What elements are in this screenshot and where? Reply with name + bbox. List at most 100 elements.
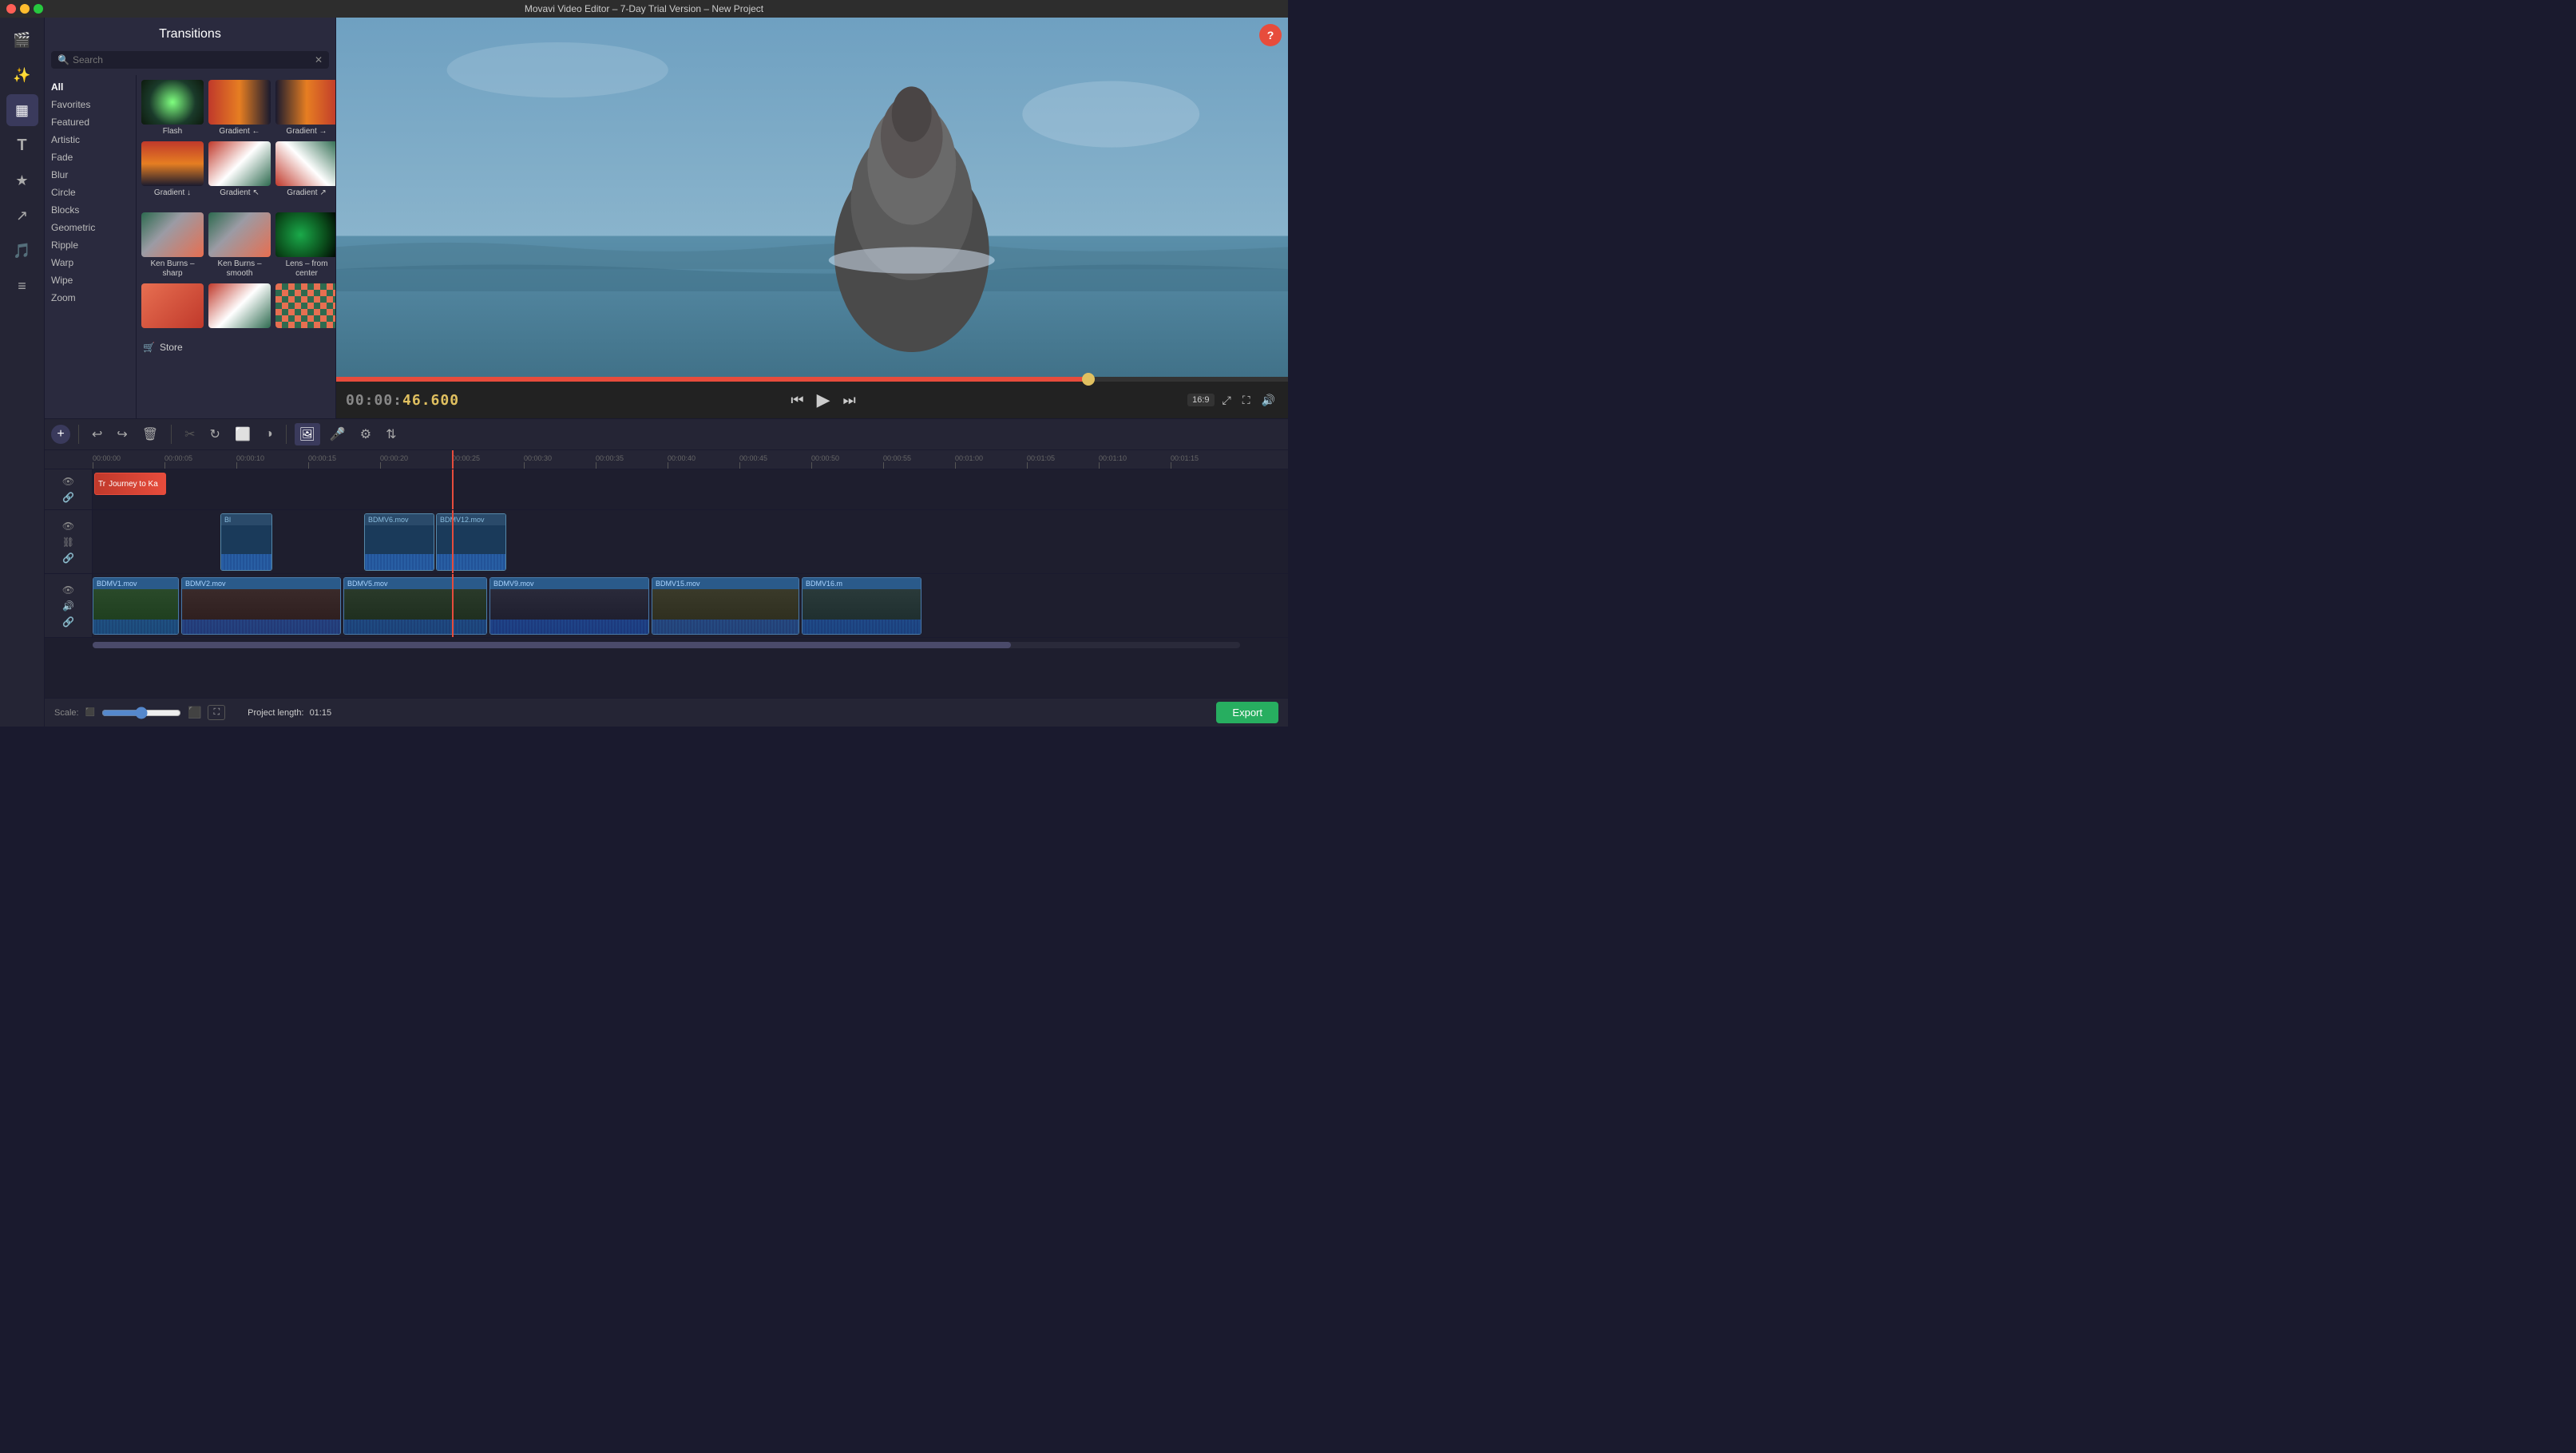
cut-button[interactable]: ✂ [180,423,200,445]
main-track-visible-btn[interactable]: 👁 [61,583,76,597]
main-clip-bdmv5[interactable]: BDMV5.mov [343,577,487,635]
main-clip-bdmv16[interactable]: BDMV16.m [802,577,921,635]
color-button[interactable]: ◑ [260,424,278,445]
transition-grad-right[interactable]: Gradient → [275,80,335,137]
category-blocks[interactable]: Blocks [45,201,136,219]
sidebar-icon-filters[interactable]: ★ [6,164,38,196]
upper-track-controls: 👁 ⛓ 🔗 [45,510,93,573]
transition-kb-sharp[interactable]: Ken Burns – sharp [141,212,204,279]
main-clip-bdmv1-header: BDMV1.mov [93,578,178,589]
transition-grad-diag1[interactable]: Gradient ↖ [208,141,271,208]
close-button[interactable] [6,4,16,14]
transition-flash[interactable]: Flash [141,80,204,137]
scale-slider[interactable] [101,707,181,719]
category-wipe[interactable]: Wipe [45,271,136,289]
sidebar-icon-menu[interactable]: ≡ [6,270,38,302]
category-zoom[interactable]: Zoom [45,289,136,307]
preview-video-frame: ? [336,18,1288,377]
export-button[interactable]: Export [1216,702,1278,723]
timeline-scrollbar[interactable] [93,642,1240,648]
upper-track-visible-btn[interactable]: 👁 [61,519,76,533]
category-all[interactable]: All [45,78,136,96]
main-clip-bdmv2[interactable]: BDMV2.mov [181,577,341,635]
category-blur[interactable]: Blur [45,166,136,184]
main-track-link-btn[interactable]: 🔗 [61,615,76,629]
main-clip-bdmv1[interactable]: BDMV1.mov [93,577,179,635]
transition-grad-left[interactable]: Gradient ← [208,80,271,137]
preview-progress-bar[interactable] [336,377,1288,382]
sidebar-icon-media[interactable]: 🎬 [6,24,38,56]
main-clip-bdmv15[interactable]: BDMV15.mov [652,577,799,635]
expand-button[interactable]: ⛶ [1239,390,1254,410]
transition-lens-center[interactable]: Lens – from center [275,212,335,279]
category-geometric[interactable]: Geometric [45,219,136,236]
ruler-marks: 00:00:00 00:00:05 00:00:10 00:00:15 [93,450,1288,469]
play-button[interactable]: ▶ [814,386,834,414]
upper-track-link-btn[interactable]: 🔗 [61,551,76,565]
window-controls[interactable] [6,4,43,14]
aspect-ratio-badge: 16:9 [1187,394,1214,406]
preview-progress-thumb[interactable] [1082,373,1095,386]
category-featured[interactable]: Featured [45,113,136,131]
category-circle[interactable]: Circle [45,184,136,201]
levels-button[interactable]: ⇅ [381,423,401,445]
settings-button[interactable]: ⚙ [355,423,376,445]
category-favorites[interactable]: Favorites [45,96,136,113]
category-warp[interactable]: Warp [45,254,136,271]
delete-button[interactable]: 🗑 [137,423,163,445]
upper-clip-bdmv12-header: BDMV12.mov [437,514,505,525]
motion-icon: ↗ [16,208,28,224]
upper-clip-bdmv6[interactable]: BDMV6.mov [364,513,434,571]
timeline-ruler: 00:00:00 00:00:05 00:00:10 00:00:15 [45,450,1288,469]
upper-clip-bdmv12[interactable]: BDMV12.mov [436,513,506,571]
search-input[interactable] [73,54,315,65]
upper-clip-bl-wave [221,554,271,570]
add-track-button[interactable]: + [51,425,70,444]
category-ripple[interactable]: Ripple [45,236,136,254]
minimize-button[interactable] [20,4,30,14]
transition-bottom3[interactable] [275,283,335,331]
ruler-mark-15: 00:00:15 [308,454,380,469]
transition-kb-smooth[interactable]: Ken Burns – smooth [208,212,271,279]
skip-back-button[interactable]: ⏮ [787,389,806,412]
main-clip-bdmv9[interactable]: BDMV9.mov [489,577,649,635]
transition-kb-sharp-thumb [141,212,204,257]
store-button[interactable]: 🛒 Store [137,335,335,359]
title-clip[interactable]: Tr Journey to Ka [94,473,166,495]
fit-to-window-button[interactable]: ⛶ [208,705,225,720]
main-track-volume-btn[interactable]: 🔊 [61,599,76,613]
maximize-button[interactable] [34,4,43,14]
sidebar-icon-transitions[interactable]: ▦ [6,94,38,126]
transition-bottom2[interactable] [208,283,271,331]
upper-clip-bdmv6-thumb [365,525,434,570]
sidebar-icon-effects[interactable]: ✨ [6,59,38,91]
sidebar-icon-audio[interactable]: 🎵 [6,235,38,267]
fullscreen-button[interactable]: ⤢ [1219,390,1234,410]
title-track-visible-btn[interactable]: 👁 [61,474,76,489]
skip-forward-button[interactable]: ⏭ [840,389,859,412]
title-track-lock-btn[interactable]: 🔗 [61,490,76,505]
transition-grad-diag2[interactable]: Gradient ↗ [275,141,335,208]
volume-button[interactable]: 🔊 [1258,390,1278,410]
scale-icon-large: ⬛ [188,706,201,719]
mic-button[interactable]: 🎤 [325,423,351,445]
category-fade[interactable]: Fade [45,148,136,166]
undo-button[interactable]: ↩ [87,423,107,445]
upper-track-chain-btn[interactable]: ⛓ [61,535,76,549]
timeline-scrollbar-thumb[interactable] [93,642,1011,648]
sidebar-icon-motion[interactable]: ↗ [6,200,38,232]
close-icon[interactable]: ✕ [315,54,323,65]
upper-clip-bl-thumb [221,525,271,570]
transition-bottom1[interactable] [141,283,204,331]
help-button[interactable]: ? [1259,24,1282,46]
ruler-mark-10: 00:00:10 [236,454,308,469]
image-button[interactable]: 🖼 [295,423,320,445]
transition-grad-down[interactable]: Gradient ↓ [141,141,204,208]
upper-clip-bl[interactable]: Bl [220,513,272,571]
loop-button[interactable]: ↻ [205,423,225,445]
sidebar-icon-text[interactable]: T [6,129,38,161]
crop-button[interactable]: ⬜ [230,423,256,445]
transition-lens-center-label: Lens – from center [275,259,335,279]
category-artistic[interactable]: Artistic [45,131,136,148]
redo-button[interactable]: ↪ [112,423,132,445]
